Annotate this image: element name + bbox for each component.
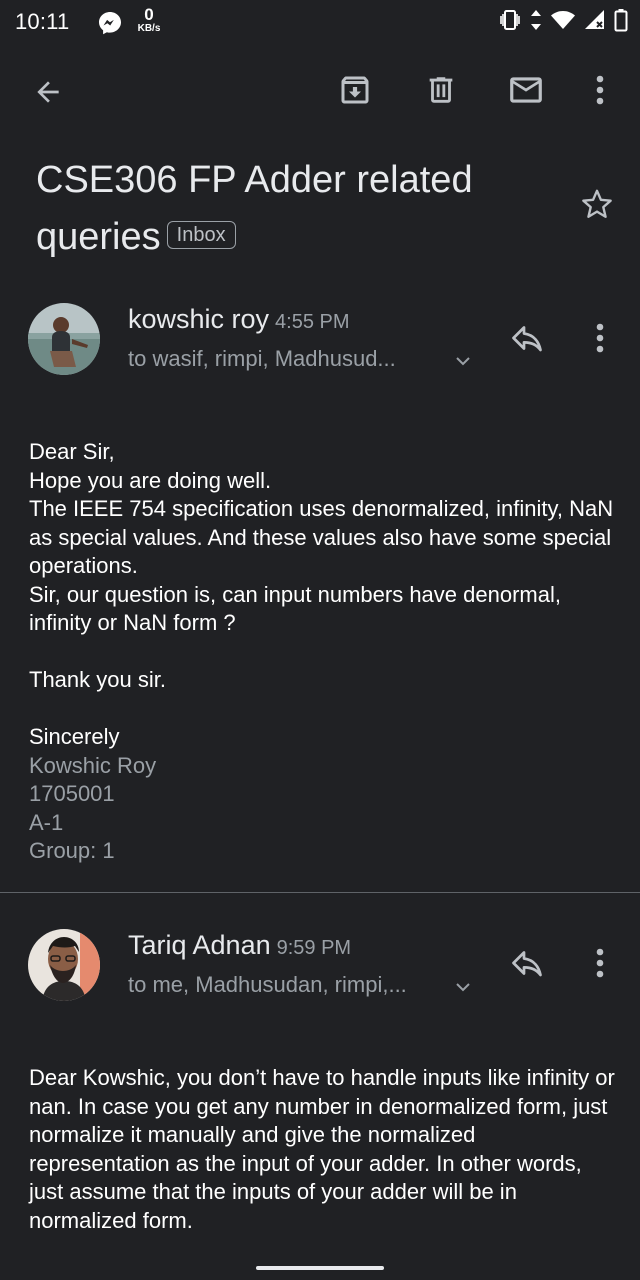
reply-button[interactable] (505, 943, 549, 987)
signature: Kowshic Roy 1705001 A-1 Group: 1 (29, 752, 157, 864)
message-sender-line: kowshic roy 4:55 PM (128, 304, 350, 335)
email-subject: CSE306 FP Adder related queries Inbox (36, 152, 556, 266)
message-sender-line: Tariq Adnan 9:59 PM (128, 930, 351, 961)
message-divider (0, 892, 640, 893)
more-options-button[interactable] (580, 70, 620, 114)
more-vert-icon (596, 75, 604, 110)
message-time: 9:59 PM (276, 937, 352, 959)
status-icons (498, 8, 628, 32)
recipients[interactable]: to wasif, rimpi, Madhusud... (128, 346, 396, 372)
messenger-icon (97, 10, 123, 36)
subject-text: CSE306 FP Adder related queries (36, 159, 473, 258)
mark-unread-button[interactable] (504, 70, 548, 114)
message-time: 4:55 PM (275, 311, 350, 333)
archive-icon (337, 72, 373, 113)
message-more-button[interactable] (582, 943, 618, 987)
signal-icon (583, 8, 607, 32)
back-arrow-icon (32, 76, 64, 113)
chevron-down-icon[interactable] (451, 975, 475, 999)
network-speed: 0 KB/s (134, 6, 164, 34)
star-icon (579, 186, 615, 227)
recipients[interactable]: to me, Madhusudan, rimpi,... (128, 972, 407, 998)
chevron-down-icon[interactable] (451, 349, 475, 373)
archive-button[interactable] (333, 70, 377, 114)
message-body-text: Dear Kowshic, you don’t have to handle i… (29, 1065, 621, 1233)
more-vert-icon (596, 323, 604, 358)
message-body: Dear Sir, Hope you are doing well. The I… (29, 438, 619, 866)
battery-icon (614, 8, 628, 32)
reply-icon (509, 945, 545, 986)
inbox-label-badge[interactable]: Inbox (166, 220, 236, 249)
star-button[interactable] (575, 184, 619, 228)
delete-icon (424, 73, 458, 112)
reply-button[interactable] (505, 318, 549, 362)
back-button[interactable] (26, 72, 70, 116)
message-body-text: Dear Sir, Hope you are doing well. The I… (29, 439, 614, 749)
avatar[interactable] (28, 929, 100, 1001)
message-body: Dear Kowshic, you don’t have to handle i… (29, 1064, 619, 1235)
more-vert-icon (596, 948, 604, 983)
mail-icon (507, 71, 545, 114)
status-time: 10:11 (15, 9, 70, 34)
network-speed-value: 0 (144, 5, 154, 24)
avatar[interactable] (28, 303, 100, 375)
data-arrows-icon (529, 8, 543, 32)
delete-button[interactable] (419, 70, 463, 114)
reply-icon (509, 320, 545, 361)
status-bar: 10:11 0 KB/s (0, 0, 640, 44)
network-speed-unit: KB/s (137, 23, 161, 34)
vibrate-icon (498, 8, 522, 32)
wifi-icon (550, 8, 576, 32)
sender-name[interactable]: Tariq Adnan (128, 930, 271, 960)
home-indicator[interactable] (256, 1266, 384, 1270)
sender-name[interactable]: kowshic roy (128, 304, 269, 334)
message-more-button[interactable] (582, 318, 618, 362)
